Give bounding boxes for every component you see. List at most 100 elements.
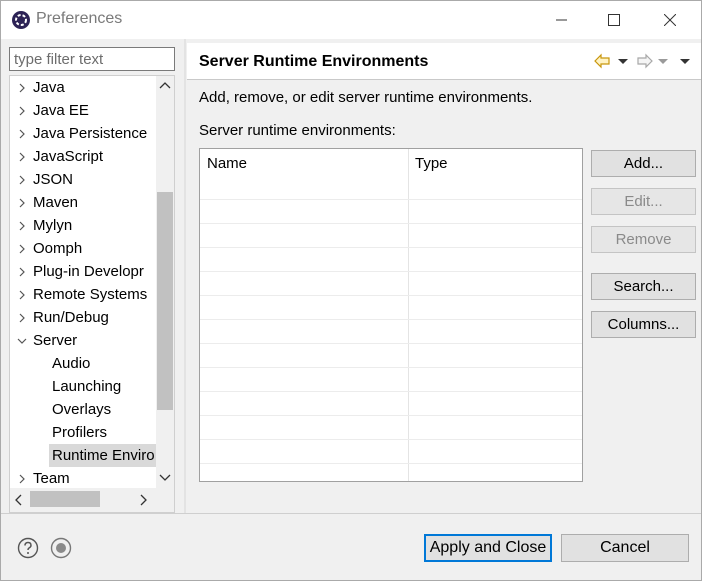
tree-item-label: Mylyn xyxy=(33,217,73,234)
add-button[interactable]: Add... xyxy=(591,150,696,177)
tree-item-json[interactable]: JSON xyxy=(10,168,156,191)
preference-page: Server Runtime Environments Add, remove,… xyxy=(187,39,701,513)
tree-item-label: JavaScript xyxy=(33,148,104,165)
table-row-divider xyxy=(200,199,582,200)
scroll-down-icon[interactable] xyxy=(159,474,171,482)
chevron-right-icon[interactable] xyxy=(16,191,28,214)
edit-button[interactable]: Edit... xyxy=(591,188,696,215)
back-dropdown-icon[interactable] xyxy=(617,52,629,70)
preference-tree: Java Java EE Java Persistence JavaScript… xyxy=(9,75,175,513)
chevron-down-icon[interactable] xyxy=(16,329,28,352)
tree-item-run-debug[interactable]: Run/Debug xyxy=(10,306,156,329)
table-row-divider xyxy=(200,463,582,464)
tree-item-label: Profilers xyxy=(52,424,108,441)
chevron-right-icon[interactable] xyxy=(16,283,28,306)
maximize-icon xyxy=(608,14,620,26)
forward-arrow-icon[interactable] xyxy=(636,52,654,70)
tree-item-label: Audio xyxy=(52,355,91,372)
tree-item-oomph[interactable]: Oomph xyxy=(10,237,156,260)
scroll-up-icon[interactable] xyxy=(159,81,171,89)
table-row-divider xyxy=(200,295,582,296)
tree-item-remote-systems[interactable]: Remote Systems xyxy=(10,283,156,306)
close-icon xyxy=(664,14,676,26)
window-title: Preferences xyxy=(36,10,123,27)
tree-item-label: Team xyxy=(33,470,70,487)
table-row-divider xyxy=(200,247,582,248)
preferences-window: Preferences Java Java EE Java Persistenc… xyxy=(0,0,702,581)
scroll-left-icon[interactable] xyxy=(14,494,22,506)
tree-horizontal-scrollbar[interactable] xyxy=(10,488,156,512)
tree-item-label: Maven xyxy=(33,194,79,211)
tree-item-label: Remote Systems xyxy=(33,286,148,303)
page-description: Add, remove, or edit server runtime envi… xyxy=(199,89,533,106)
chevron-right-icon[interactable] xyxy=(16,237,28,260)
column-header-type[interactable]: Type xyxy=(415,155,448,172)
tree-item-label: Plug-in Developr xyxy=(33,263,144,280)
tree-item-plugin-development[interactable]: Plug-in Developr xyxy=(10,260,156,283)
tree-item-label: Server xyxy=(33,332,78,349)
chevron-right-icon[interactable] xyxy=(16,76,28,99)
table-row-divider xyxy=(200,367,582,368)
chevron-right-icon[interactable] xyxy=(16,467,28,490)
minimize-icon xyxy=(556,19,567,21)
tree-item-label: Runtime Enviro xyxy=(49,444,156,467)
tree-item-label: Run/Debug xyxy=(33,309,109,326)
scrollbar-thumb[interactable] xyxy=(30,491,100,507)
title-bar: Preferences xyxy=(1,1,701,39)
back-arrow-icon[interactable] xyxy=(593,52,611,70)
chevron-right-icon[interactable] xyxy=(16,168,28,191)
tree-item-runtime-environments[interactable]: Runtime Enviro xyxy=(10,444,156,467)
table-row-divider xyxy=(200,415,582,416)
tree-item-mylyn[interactable]: Mylyn xyxy=(10,214,156,237)
columns-button[interactable]: Columns... xyxy=(591,311,696,338)
filter-input[interactable] xyxy=(9,47,175,71)
forward-dropdown-icon[interactable] xyxy=(657,52,669,70)
chevron-right-icon[interactable] xyxy=(16,122,28,145)
tree-item-overlays[interactable]: Overlays xyxy=(10,398,156,421)
panel-splitter[interactable] xyxy=(184,39,186,513)
tree-item-profilers[interactable]: Profilers xyxy=(10,421,156,444)
help-icon[interactable] xyxy=(17,537,39,559)
header-divider xyxy=(187,79,701,80)
runtime-list-label: Server runtime environments: xyxy=(199,122,396,139)
table-row-divider xyxy=(200,223,582,224)
cancel-button[interactable]: Cancel xyxy=(561,534,689,562)
table-row-divider xyxy=(200,271,582,272)
remove-button[interactable]: Remove xyxy=(591,226,696,253)
chevron-right-icon[interactable] xyxy=(16,306,28,329)
tree-item-label: Java xyxy=(33,79,65,96)
minimize-button[interactable] xyxy=(539,1,585,39)
table-row-divider xyxy=(200,343,582,344)
tree-item-java[interactable]: Java xyxy=(10,76,156,99)
chevron-right-icon[interactable] xyxy=(16,214,28,237)
tree-item-team[interactable]: Team xyxy=(10,467,156,490)
scroll-right-icon[interactable] xyxy=(140,494,148,506)
page-title: Server Runtime Environments xyxy=(199,53,429,70)
table-row-divider xyxy=(200,319,582,320)
scrollbar-thumb[interactable] xyxy=(157,192,173,410)
scrollbar-corner xyxy=(156,488,174,512)
tree-vertical-scrollbar[interactable] xyxy=(156,76,174,488)
tree-item-launching[interactable]: Launching xyxy=(10,375,156,398)
chevron-right-icon[interactable] xyxy=(16,260,28,283)
eclipse-app-icon xyxy=(12,11,30,29)
runtime-environments-table[interactable]: Name Type xyxy=(199,148,583,482)
chevron-right-icon[interactable] xyxy=(16,145,28,168)
table-row-divider xyxy=(200,391,582,392)
tree-item-label: Launching xyxy=(52,378,122,395)
tree-item-server[interactable]: Server xyxy=(10,329,156,352)
tree-item-java-ee[interactable]: Java EE xyxy=(10,99,156,122)
maximize-button[interactable] xyxy=(591,1,637,39)
apply-and-close-button[interactable]: Apply and Close xyxy=(424,534,552,562)
column-header-name[interactable]: Name xyxy=(207,155,247,172)
tree-item-java-persistence[interactable]: Java Persistence xyxy=(10,122,156,145)
tree-item-audio[interactable]: Audio xyxy=(10,352,156,375)
search-button[interactable]: Search... xyxy=(591,273,696,300)
chevron-right-icon[interactable] xyxy=(16,99,28,122)
tree-item-label: JSON xyxy=(33,171,74,188)
tree-item-javascript[interactable]: JavaScript xyxy=(10,145,156,168)
close-button[interactable] xyxy=(647,1,693,39)
view-menu-icon[interactable] xyxy=(679,52,691,70)
record-macro-icon[interactable] xyxy=(50,537,72,559)
tree-item-maven[interactable]: Maven xyxy=(10,191,156,214)
